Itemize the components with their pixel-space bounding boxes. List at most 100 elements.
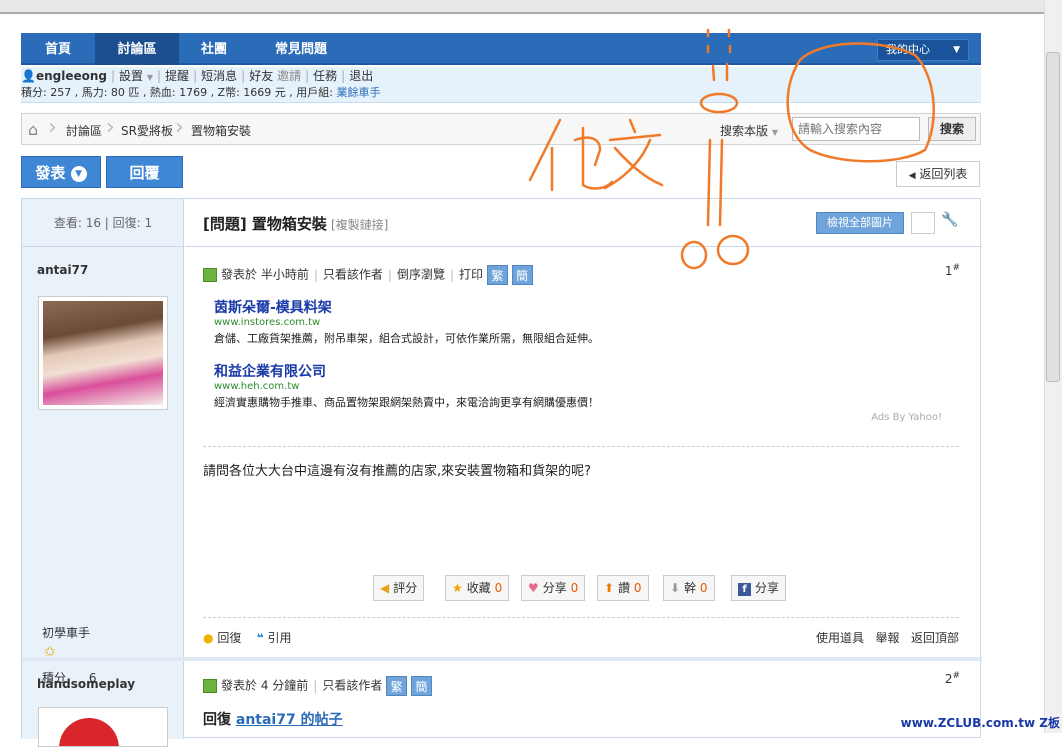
- user-icon: 👤: [21, 69, 36, 83]
- main-nav: 首頁 討論區 社團 常見問題 我的中心 ▼: [21, 33, 981, 65]
- use-item-link[interactable]: 使用道具: [816, 631, 864, 645]
- rate-button[interactable]: ◀評分: [373, 575, 424, 601]
- traditional-button[interactable]: 繁: [386, 676, 407, 696]
- ad-title[interactable]: 和益企業有限公司: [214, 361, 599, 381]
- breadcrumb-current: 置物箱安裝: [191, 122, 251, 139]
- floor-number: 1#: [945, 263, 960, 278]
- chevron-down-icon: ▼: [147, 73, 153, 82]
- reply-button[interactable]: 回覆: [106, 156, 183, 188]
- browser-top-strip: [0, 0, 1044, 14]
- wrench-icon[interactable]: 🔧: [941, 212, 958, 228]
- ad-item[interactable]: 茵斯朵爾-模具料架 www.instores.com.tw 倉儲、工廠貨架推薦，…: [214, 297, 599, 346]
- share-button[interactable]: ♥分享 0: [521, 575, 585, 601]
- back-to-top-link[interactable]: 返回頂部: [911, 631, 959, 645]
- simplified-button[interactable]: 簡: [411, 676, 432, 696]
- chevron-down-icon: ▼: [71, 166, 87, 182]
- breadcrumb-board[interactable]: SR愛將板: [121, 122, 173, 139]
- copy-link[interactable]: [複製鏈接]: [331, 218, 388, 232]
- invite-link[interactable]: 邀請: [277, 69, 301, 83]
- post-author[interactable]: handsomeplay: [37, 677, 135, 691]
- chevron-down-icon: ▼: [772, 128, 778, 137]
- breadcrumb: ⌂ › 討論區 › SR愛將板 › 置物箱安裝 搜索本版 ▼ 搜索: [21, 113, 981, 145]
- tasks-link[interactable]: 任務: [313, 69, 337, 83]
- ad-url[interactable]: www.instores.com.tw: [214, 317, 599, 328]
- favorite-button[interactable]: ★收藏 0: [445, 575, 509, 601]
- nav-home[interactable]: 首頁: [21, 33, 95, 65]
- view-all-images-button[interactable]: 檢視全部圖片: [816, 212, 904, 234]
- ad-title[interactable]: 茵斯朵爾-模具料架: [214, 297, 599, 317]
- reply-target-link[interactable]: antai77 的帖子: [236, 712, 343, 728]
- reply-heading: 回復 antai77 的帖子: [203, 709, 343, 729]
- logout-link[interactable]: 退出: [349, 69, 373, 83]
- option-button[interactable]: [911, 212, 935, 234]
- ad-url[interactable]: www.heh.com.tw: [214, 381, 599, 392]
- search-button[interactable]: 搜索: [928, 117, 976, 141]
- print-link[interactable]: 打印: [459, 268, 483, 282]
- user-rank: 初學車手: [42, 624, 90, 641]
- site-watermark: www.ZCLUB.com.tw Z板: [901, 714, 1060, 731]
- post-body: 請問各位大大台中這邊有沒有推薦的店家,來安裝置物箱和貨架的呢?: [203, 460, 591, 479]
- arrow-down-icon: ⬇: [670, 581, 680, 595]
- only-author-link[interactable]: 只看該作者: [322, 679, 382, 693]
- post-author[interactable]: antai77: [37, 263, 88, 277]
- messages-link[interactable]: 短消息: [201, 69, 237, 83]
- chevron-down-icon: ▼: [953, 40, 960, 60]
- post-icon: [203, 268, 217, 282]
- reverse-order-link[interactable]: 倒序瀏覽: [397, 268, 445, 282]
- simplified-button[interactable]: 簡: [512, 265, 533, 285]
- search-input[interactable]: [792, 117, 920, 141]
- breadcrumb-forum[interactable]: 討論區: [66, 122, 102, 139]
- post-time: 發表於 4 分鐘前: [221, 679, 308, 693]
- crumb-separator: ›: [175, 114, 185, 144]
- heart-icon: ♥: [528, 581, 539, 595]
- quote-icon: ❝: [257, 631, 264, 645]
- search-scope-select[interactable]: 搜索本版 ▼: [720, 122, 778, 139]
- user-bar: 👤engleeong|設置 ▼|提醒|短消息|好友 邀請|任務|退出 積分: 2…: [21, 67, 981, 103]
- back-to-list-button[interactable]: ◀ 返回列表: [896, 161, 980, 187]
- only-author-link[interactable]: 只看該作者: [323, 268, 383, 282]
- scrollbar-thumb[interactable]: [1046, 52, 1060, 382]
- divider: [203, 617, 959, 618]
- avatar-image: [43, 301, 163, 405]
- divider: [203, 446, 959, 447]
- traditional-button[interactable]: 繁: [487, 265, 508, 285]
- home-icon[interactable]: ⌂: [28, 120, 38, 139]
- dislike-button[interactable]: ⬇幹 0: [663, 575, 715, 601]
- my-center-dropdown[interactable]: 我的中心 ▼: [877, 39, 969, 61]
- thread-title: [問題] 置物箱安裝[複製鏈接]: [203, 213, 388, 234]
- facebook-icon: f: [738, 583, 751, 596]
- user-group-link[interactable]: 業餘車手: [337, 86, 381, 99]
- thread-header: [問題] 置物箱安裝[複製鏈接] 檢視全部圖片 🔧: [185, 199, 982, 247]
- like-button[interactable]: ⬆讚 0: [597, 575, 649, 601]
- post-separator: [22, 657, 982, 661]
- my-center-label: 我的中心: [886, 43, 930, 56]
- post-time: 發表於 半小時前: [221, 268, 309, 282]
- triangle-left-icon: ◀: [909, 171, 916, 181]
- floor-number: 2#: [945, 671, 960, 686]
- reply-icon: ●: [203, 631, 213, 645]
- ad-description: 經濟實惠購物手推車、商品置物架跟網架熱賣中，來電洽詢更享有網購優惠價！: [214, 394, 599, 410]
- thread: 查看: 16 | 回復: 1 antai77 初學車手 ✩ 積分 6 hands…: [21, 198, 981, 738]
- thread-stats: 查看: 16 | 回復: 1: [22, 199, 184, 247]
- quote-link[interactable]: 引用: [267, 631, 291, 645]
- ad-item[interactable]: 和益企業有限公司 www.heh.com.tw 經濟實惠購物手推車、商品置物架跟…: [214, 361, 599, 410]
- nav-faq[interactable]: 常見問題: [249, 33, 353, 65]
- reply-link[interactable]: 回復: [217, 631, 241, 645]
- nav-forum[interactable]: 討論區: [95, 33, 179, 65]
- avatar[interactable]: [38, 296, 168, 410]
- facebook-share-button[interactable]: f分享: [731, 575, 786, 601]
- star-icon: ★: [452, 581, 463, 595]
- avatar[interactable]: [38, 707, 168, 747]
- crumb-separator: ›: [106, 114, 116, 144]
- settings-link[interactable]: 設置: [119, 69, 143, 83]
- ads-by-label: Ads By Yahoo!: [871, 412, 942, 423]
- scrollbar[interactable]: [1044, 0, 1062, 733]
- username[interactable]: engleeong: [36, 69, 107, 83]
- nav-clubs[interactable]: 社團: [179, 33, 249, 65]
- arrow-up-icon: ⬆: [604, 581, 614, 595]
- user-stats: 積分: 257 , 馬力: 80 匹 , 熱血: 1769 , Z幣: 1669…: [21, 86, 333, 99]
- report-link[interactable]: 舉報: [876, 631, 900, 645]
- new-post-button[interactable]: 發表 ▼: [21, 156, 101, 188]
- friends-link[interactable]: 好友: [249, 69, 273, 83]
- reminders-link[interactable]: 提醒: [165, 69, 189, 83]
